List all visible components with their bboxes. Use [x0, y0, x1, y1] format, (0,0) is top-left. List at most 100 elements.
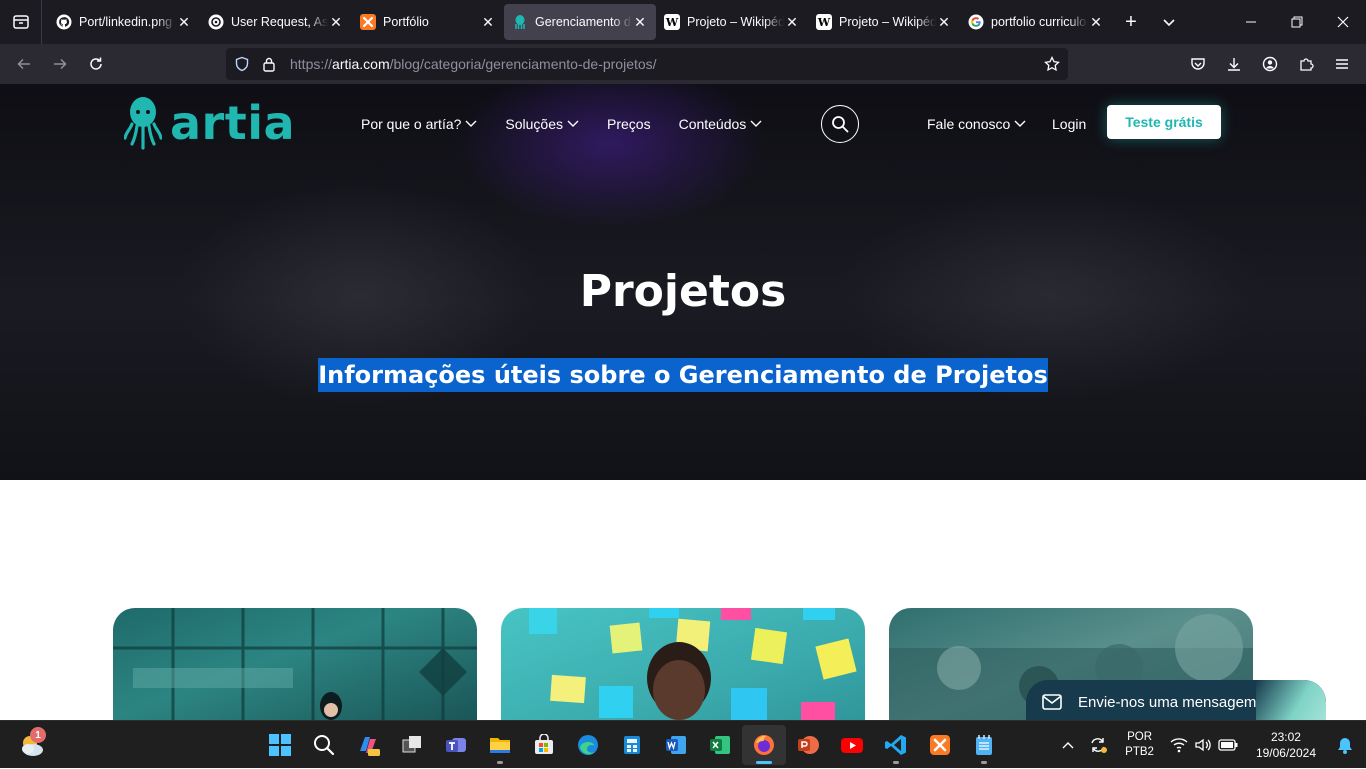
outlook-button[interactable] — [610, 725, 654, 765]
firefox-icon — [754, 735, 774, 755]
folder-icon — [490, 738, 510, 753]
notifications-button[interactable] — [1330, 736, 1360, 754]
puzzle-icon — [1300, 58, 1314, 71]
sticky-notes-photo — [529, 608, 857, 720]
url-bar[interactable]: https://artia.com/blog/categoria/gerenci… — [226, 48, 1068, 80]
xampp-button[interactable] — [918, 725, 962, 765]
site-logo[interactable]: artia — [124, 96, 295, 150]
bookmark-star-icon[interactable] — [1044, 56, 1060, 72]
new-tab-button[interactable]: + — [1112, 4, 1150, 40]
quick-settings-button[interactable] — [1166, 737, 1242, 753]
store-button[interactable] — [522, 725, 566, 765]
calculator-icon — [624, 736, 640, 754]
close-tab-icon[interactable]: ✕ — [936, 14, 952, 30]
wifi-icon — [1170, 738, 1188, 753]
pocket-icon — [1191, 58, 1205, 70]
tab-chatgpt[interactable]: User Request, Assi ✕ — [200, 4, 352, 40]
pocket-button[interactable] — [1180, 48, 1216, 80]
menu-label: Preços — [607, 116, 651, 132]
firefox-button[interactable] — [742, 725, 786, 765]
teams-button[interactable] — [434, 725, 478, 765]
vscode-button[interactable] — [874, 725, 918, 765]
wikipedia-icon: W — [664, 14, 680, 30]
list-all-tabs-button[interactable] — [1150, 4, 1188, 40]
chat-label: Envie-nos uma mensagem — [1078, 693, 1257, 711]
close-tab-icon[interactable]: ✕ — [632, 14, 648, 30]
close-window-button[interactable] — [1320, 0, 1366, 44]
page-title: Projetos — [579, 266, 787, 317]
menu-item-pricing[interactable]: Preços — [607, 116, 651, 132]
sync-tray-button[interactable] — [1083, 736, 1113, 754]
tab-artia-active[interactable]: Gerenciamento de ✕ — [504, 4, 656, 40]
contact-label: Fale conosco — [927, 116, 1011, 132]
site-search-button[interactable] — [821, 105, 859, 143]
tab-google[interactable]: portfolio curriculo ✕ — [960, 4, 1112, 40]
extensions-button[interactable] — [1288, 48, 1324, 80]
page-subtitle-wrap: Informações úteis sobre o Gerenciamento … — [0, 358, 1366, 392]
word-button[interactable] — [654, 725, 698, 765]
minimize-button[interactable] — [1228, 0, 1274, 44]
start-button[interactable] — [258, 725, 302, 765]
notepad-button[interactable] — [962, 725, 1006, 765]
xampp-icon — [360, 14, 376, 30]
free-trial-button[interactable]: Teste grátis — [1107, 105, 1221, 139]
youtube-button[interactable] — [830, 725, 874, 765]
url-text: https://artia.com/blog/categoria/gerenci… — [290, 56, 657, 72]
restore-button[interactable] — [1274, 0, 1320, 44]
close-tab-icon[interactable]: ✕ — [176, 14, 192, 30]
clock-button[interactable]: 23:02 19/06/2024 — [1256, 729, 1316, 761]
excel-button[interactable] — [698, 725, 742, 765]
back-button[interactable] — [6, 48, 42, 80]
edge-icon — [578, 735, 598, 755]
main-menu: Por que o artía? Soluções Preços Conteúd… — [361, 116, 790, 132]
powerpoint-button[interactable] — [786, 725, 830, 765]
forward-button[interactable] — [42, 48, 78, 80]
article-card[interactable] — [113, 608, 477, 720]
github-icon — [56, 14, 72, 30]
task-view-button[interactable] — [390, 725, 434, 765]
tab-list: Port/linkedin.png ✕ User Request, Assi ✕… — [42, 0, 1188, 44]
file-explorer-button[interactable] — [478, 725, 522, 765]
search-icon — [832, 116, 849, 133]
volume-icon — [1195, 738, 1211, 752]
tab-list-button[interactable] — [0, 0, 42, 44]
search-button[interactable] — [302, 725, 346, 765]
toolbar-right — [1180, 48, 1360, 80]
menu-label: Por que o artía? — [361, 116, 462, 132]
login-link[interactable]: Login — [1052, 116, 1086, 132]
notification-badge: 1 — [30, 727, 46, 743]
running-indicator — [756, 761, 772, 764]
account-button[interactable] — [1252, 48, 1288, 80]
copilot-button[interactable] — [346, 725, 390, 765]
url-scheme: https:// — [290, 56, 333, 72]
vscode-icon — [885, 735, 906, 755]
tab-github[interactable]: Port/linkedin.png ✕ — [48, 4, 200, 40]
menu-button[interactable] — [1324, 48, 1360, 80]
clock-time: 23:02 — [1270, 730, 1301, 744]
article-card[interactable] — [501, 608, 865, 720]
running-indicator — [893, 761, 899, 764]
reload-button[interactable] — [78, 48, 114, 80]
menu-item-why-artia[interactable]: Por que o artía? — [361, 116, 477, 132]
edge-button[interactable] — [566, 725, 610, 765]
arrow-right-icon — [54, 58, 67, 70]
show-hidden-icons-button[interactable] — [1053, 741, 1083, 749]
close-tab-icon[interactable]: ✕ — [480, 14, 496, 30]
close-tab-icon[interactable]: ✕ — [784, 14, 800, 30]
tab-title: Projeto – Wikipédi — [839, 15, 936, 29]
menu-item-solutions[interactable]: Soluções — [505, 116, 579, 132]
menu-item-contents[interactable]: Conteúdos — [679, 116, 763, 132]
close-tab-icon[interactable]: ✕ — [328, 14, 344, 30]
contact-menu[interactable]: Fale conosco — [927, 116, 1026, 132]
tab-portfolio[interactable]: Portfólio ✕ — [352, 4, 504, 40]
tab-wikipedia-2[interactable]: W Projeto – Wikipédi ✕ — [808, 4, 960, 40]
tab-wikipedia-1[interactable]: W Projeto – Wikipédi ✕ — [656, 4, 808, 40]
input-language-indicator[interactable]: POR PTB2 — [1125, 730, 1154, 760]
artia-icon — [512, 14, 528, 30]
downloads-button[interactable] — [1216, 48, 1252, 80]
url-host: artia.com — [332, 56, 390, 72]
notepad-icon — [976, 735, 992, 755]
close-tab-icon[interactable]: ✕ — [1088, 14, 1104, 30]
chat-widget-button[interactable]: Envie-nos uma mensagem — [1026, 680, 1326, 720]
page-subtitle: Informações úteis sobre o Gerenciamento … — [318, 358, 1048, 392]
